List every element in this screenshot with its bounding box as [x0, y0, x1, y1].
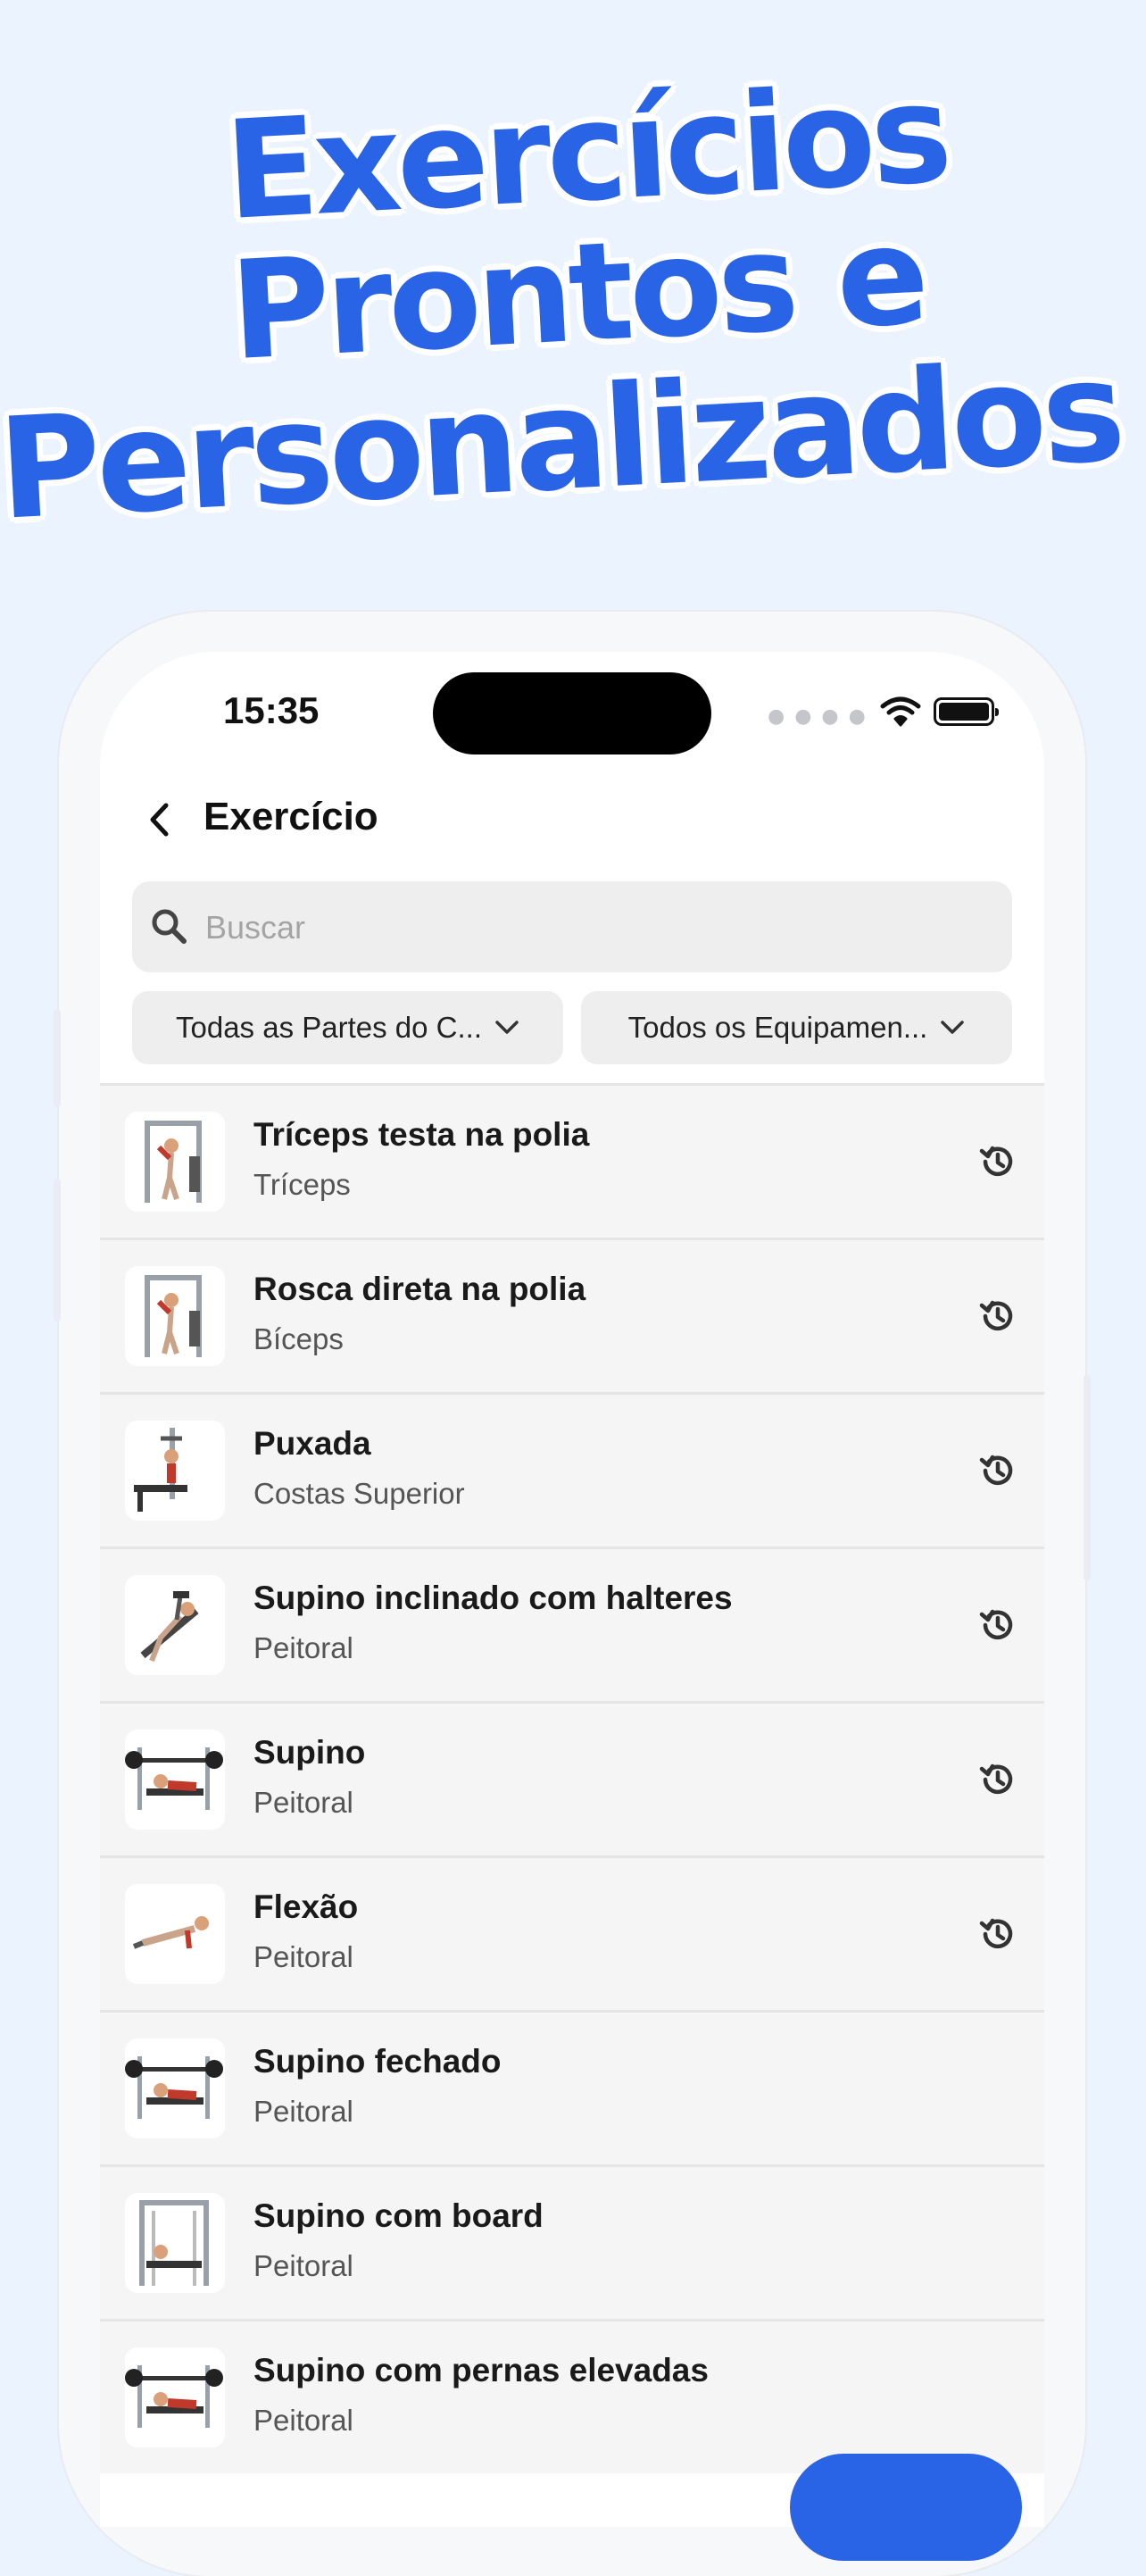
bench-press-icon [125, 1747, 223, 1810]
exercise-category: Peitoral [253, 2404, 353, 2437]
exercise-row[interactable]: Supino com pernas elevadas Peitoral [100, 2319, 1044, 2473]
back-button[interactable] [136, 796, 182, 843]
exercise-list: Tríceps testa na polia Tríceps Rosca dir… [100, 1083, 1044, 2473]
exercise-row[interactable]: Flexão Peitoral [100, 1855, 1044, 2010]
status-bar: 15:35 ● ● ● ● [100, 652, 1044, 777]
exercise-category: Peitoral [253, 1786, 353, 1819]
exercise-thumbnail [125, 1112, 225, 1212]
chevron-down-icon [495, 1021, 519, 1034]
exercise-thumbnail [125, 1884, 225, 1984]
filter-row: Todas as Partes do C... Todos os Equipam… [132, 991, 1012, 1064]
history-icon[interactable] [976, 1449, 1019, 1492]
exercise-name: Supino fechado [253, 2043, 502, 2080]
exercise-thumbnail [125, 1421, 225, 1521]
chevron-left-icon [150, 803, 169, 837]
exercise-row[interactable]: Supino Peitoral [100, 1701, 1044, 1855]
exercise-thumbnail [125, 1730, 225, 1830]
exercise-category: Costas Superior [253, 1477, 465, 1510]
push-up-icon [132, 1916, 209, 1949]
history-icon[interactable] [976, 1140, 1019, 1183]
exercise-row[interactable]: Tríceps testa na polia Tríceps [100, 1083, 1044, 1238]
exercise-name: Supino com board [253, 2197, 544, 2234]
exercise-row[interactable]: Supino fechado Peitoral [100, 2010, 1044, 2164]
exercise-thumbnail [125, 2193, 225, 2293]
body-part-filter[interactable]: Todas as Partes do C... [132, 991, 563, 1064]
bench-press-icon [125, 2365, 223, 2428]
exercise-name: Puxada [253, 1425, 371, 1462]
floating-action-button[interactable] [790, 2454, 1022, 2561]
body-part-filter-label: Todas as Partes do C... [175, 1011, 482, 1044]
phone-screen: 15:35 ● ● ● ● Exercício Todas as [100, 652, 1044, 2527]
exercise-thumbnail [125, 1575, 225, 1675]
exercise-row[interactable]: Rosca direta na polia Bíceps [100, 1238, 1044, 1392]
exercise-name: Supino com pernas elevadas [253, 2352, 709, 2388]
exercise-category: Peitoral [253, 1631, 353, 1664]
phone-side-button [54, 1009, 61, 1107]
equipment-filter[interactable]: Todos os Equipamen... [581, 991, 1012, 1064]
exercise-name: Rosca direta na polia [253, 1271, 586, 1307]
exercise-row[interactable]: Supino inclinado com halteres Peitoral [100, 1546, 1044, 1701]
cable-machine-icon [145, 1275, 202, 1357]
search-icon [152, 909, 187, 944]
exercise-category: Peitoral [253, 2249, 353, 2282]
headline: Exercícios Prontos e Personalizados [0, 54, 1146, 551]
exercise-thumbnail [125, 2038, 225, 2138]
exercise-row[interactable]: Puxada Costas Superior [100, 1392, 1044, 1546]
equipment-filter-label: Todos os Equipamen... [627, 1011, 928, 1044]
search-input[interactable] [203, 903, 975, 953]
status-time: 15:35 [223, 689, 320, 731]
cable-machine-icon [145, 1121, 202, 1203]
phone-side-button [1084, 1375, 1091, 1580]
exercise-name: Tríceps testa na polia [253, 1116, 590, 1153]
dynamic-island [433, 672, 711, 754]
power-rack-icon [139, 2200, 209, 2286]
wifi-icon [880, 696, 921, 727]
phone-side-button [54, 1179, 61, 1321]
status-icons: ● ● ● ● [768, 689, 999, 734]
exercise-thumbnail [125, 1266, 225, 1366]
signal-icon: ● ● ● ● [768, 704, 868, 728]
search-bar[interactable] [132, 881, 1012, 972]
battery-icon [933, 697, 999, 726]
history-icon[interactable] [976, 1295, 1019, 1338]
history-icon[interactable] [976, 1913, 1019, 1955]
chevron-down-icon [941, 1021, 965, 1034]
incline-bench-icon [140, 1591, 199, 1663]
bench-press-icon [125, 2056, 223, 2119]
page-title: Exercício [203, 795, 378, 838]
exercise-name: Supino inclinado com halteres [253, 1580, 733, 1616]
history-icon[interactable] [976, 1758, 1019, 1801]
exercise-name: Flexão [253, 1888, 359, 1925]
exercise-name: Supino [253, 1734, 366, 1771]
exercise-category: Tríceps [253, 1168, 351, 1201]
navigation-bar: Exercício [100, 788, 1044, 859]
exercise-category: Peitoral [253, 1940, 353, 1973]
history-icon[interactable] [976, 1604, 1019, 1646]
exercise-row[interactable]: Supino com board Peitoral [100, 2164, 1044, 2319]
exercise-thumbnail [125, 2347, 225, 2447]
exercise-category: Peitoral [253, 2095, 353, 2128]
lat-pulldown-icon [134, 1428, 187, 1512]
exercise-category: Bíceps [253, 1322, 344, 1355]
